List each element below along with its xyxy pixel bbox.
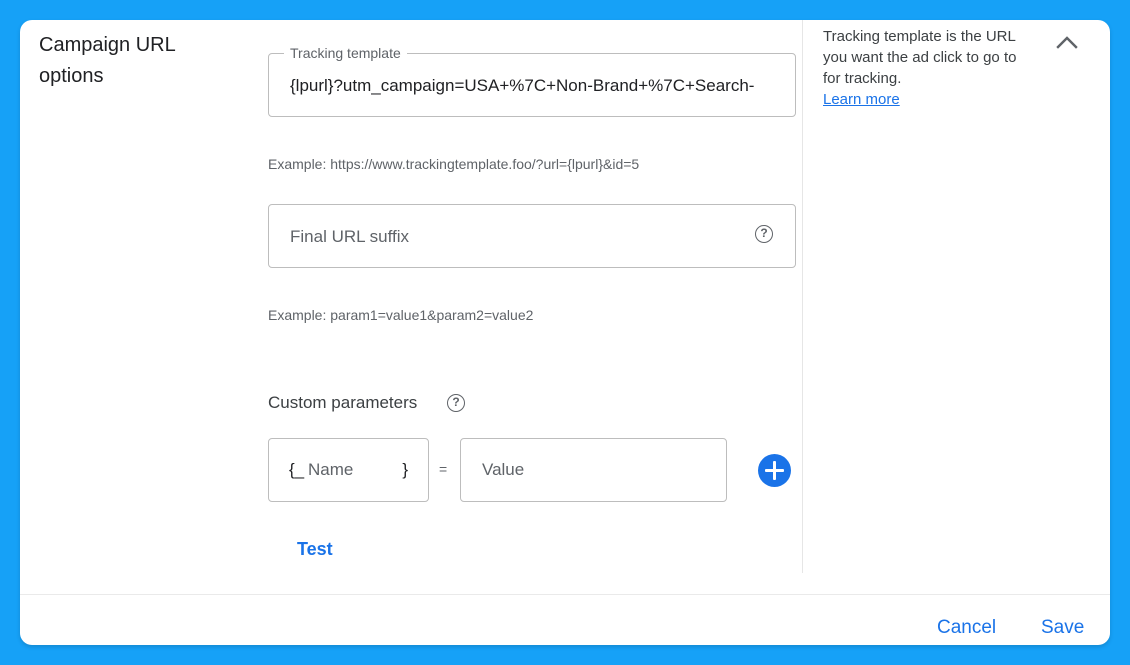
info-panel: Tracking template is the URL you want th… [823, 26, 1038, 110]
final-url-suffix-field[interactable]: Final URL suffix ? [268, 204, 796, 268]
custom-parameter-value-placeholder: Value [482, 460, 525, 479]
tracking-template-field[interactable]: Tracking template {lpurl}?utm_campaign=U… [268, 45, 796, 117]
info-text: Tracking template is the URL you want th… [823, 28, 1017, 87]
test-button[interactable]: Test [297, 538, 333, 560]
name-prefix: {_ [289, 460, 305, 479]
add-circle-icon[interactable] [758, 454, 791, 487]
equals-sign: = [439, 461, 448, 477]
cancel-button[interactable]: Cancel [937, 617, 996, 639]
final-url-suffix-placeholder: Final URL suffix [290, 227, 410, 246]
name-suffix: } [402, 460, 408, 479]
custom-parameter-value-field[interactable]: Value [460, 438, 727, 502]
custom-parameter-name-field[interactable]: {_ Name } [268, 438, 429, 502]
tracking-template-label: Tracking template [284, 45, 407, 61]
campaign-url-options-card: Campaign URL options Tracking template {… [20, 20, 1110, 645]
custom-parameter-name-placeholder: Name [308, 460, 354, 479]
tracking-template-example: Example: https://www.trackingtemplate.fo… [268, 156, 640, 172]
help-circle-icon[interactable]: ? [755, 225, 773, 243]
final-url-suffix-example: Example: param1=value1&param2=value2 [268, 307, 534, 323]
vertical-divider [802, 20, 803, 573]
save-button[interactable]: Save [1041, 617, 1084, 639]
custom-parameters-label: Custom parameters [268, 393, 418, 412]
footer-divider [20, 594, 1110, 595]
tracking-template-input[interactable]: {lpurl}?utm_campaign=USA+%7C+Non-Brand+%… [290, 75, 775, 97]
section-title: Campaign URL options [39, 34, 175, 87]
learn-more-link[interactable]: Learn more [823, 91, 900, 108]
help-circle-icon[interactable]: ? [447, 394, 465, 412]
chevron-up-icon[interactable] [1053, 30, 1081, 54]
